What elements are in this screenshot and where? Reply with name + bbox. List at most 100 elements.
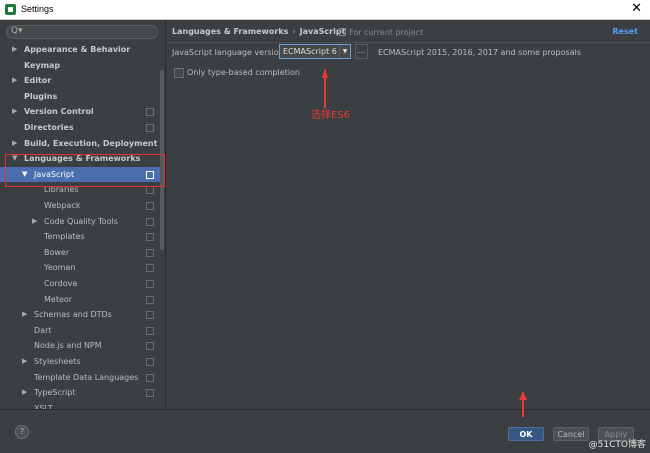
sidebar-item-editor[interactable]: ▶ Editor	[0, 73, 160, 88]
project-scope-icon	[146, 295, 154, 304]
sidebar-item-label: Appearance & Behavior	[24, 45, 131, 54]
project-scope-icon	[339, 28, 346, 36]
sidebar-item-bower[interactable]: Bower	[0, 245, 160, 260]
app-icon	[5, 4, 16, 15]
project-scope-icon	[146, 280, 154, 288]
sidebar-item-label: Cordova	[44, 279, 78, 288]
language-version-value: ECMAScript 6	[283, 47, 337, 56]
close-icon[interactable]: ✕	[631, 1, 642, 17]
sidebar-item-version-control[interactable]: ▶ Version Control	[0, 104, 160, 119]
sidebar-item-node-js-and-npm[interactable]: Node.js and NPM	[0, 338, 160, 353]
sidebar-item-label: Editor	[24, 76, 52, 86]
chevron-right-icon[interactable]: ▶	[32, 214, 37, 229]
chevron-right-icon[interactable]: ▶	[12, 73, 17, 88]
sidebar-item-dart[interactable]: Dart	[0, 323, 160, 338]
annotation-arrow-ok-icon	[519, 391, 527, 417]
chevron-down-icon[interactable]: ▼	[339, 45, 350, 58]
sidebar-item-template-data-languages[interactable]: Template Data Languages	[0, 370, 160, 385]
chevron-right-icon[interactable]: ▶	[12, 104, 17, 119]
cancel-button[interactable]: Cancel	[553, 427, 589, 441]
sidebar-item-label: Stylesheets	[34, 357, 81, 366]
language-version-label: JavaScript language version	[172, 48, 284, 57]
project-scope-icon	[146, 389, 154, 398]
sidebar-item-label: Template Data Languages	[34, 372, 139, 382]
sidebar-item-typescript[interactable]: ▶ TypeScript	[0, 385, 160, 400]
settings-sidebar: Q▾ ▶ Appearance & Behavior Keymap ▶ Editor Pl…	[0, 20, 166, 409]
sidebar-item-label: Schemas and DTDs	[34, 310, 112, 320]
project-scope-icon	[146, 217, 154, 226]
chevron-right-icon[interactable]: ▶	[22, 307, 27, 322]
breadcrumb-separator: ›	[292, 27, 296, 36]
sidebar-item-yeoman[interactable]: Yeoman	[0, 260, 160, 275]
sidebar-item-label: Templates	[44, 232, 85, 242]
search-icon: Q▾	[11, 26, 23, 36]
sidebar-item-xslt[interactable]: XSLT	[0, 401, 160, 409]
chevron-right-icon[interactable]: ▶	[22, 354, 27, 369]
reset-link[interactable]: Reset	[612, 27, 638, 36]
sidebar-item-directories[interactable]: Directories	[0, 120, 160, 135]
sidebar-item-label: Meteor	[44, 294, 73, 304]
settings-content: Languages & Frameworks › JavaScript For cu…	[166, 20, 650, 409]
title-bar: Settings ✕	[0, 0, 650, 20]
only-type-based-label[interactable]: Only type-based completion	[187, 68, 300, 77]
project-scope-icon	[146, 202, 154, 210]
scope-label: For current project	[349, 28, 424, 37]
sidebar-item-label: Bower	[44, 247, 70, 257]
sidebar-item-label: Webpack	[44, 201, 81, 210]
scope-indicator: For current project	[339, 28, 423, 37]
project-scope-icon	[146, 264, 154, 273]
project-scope-icon	[146, 373, 154, 382]
sidebar-item-label: Code Quality Tools	[44, 216, 118, 226]
sidebar-item-label: TypeScript	[34, 388, 76, 398]
sidebar-item-label: XSLT	[34, 403, 53, 409]
more-options-button[interactable]: ...	[355, 44, 368, 59]
sidebar-item-appearance-behavior[interactable]: ▶ Appearance & Behavior	[0, 42, 160, 57]
chevron-right-icon[interactable]: ▶	[12, 136, 17, 151]
chevron-right-icon[interactable]: ▶	[12, 42, 17, 57]
language-version-description: ECMAScript 2015, 2016, 2017 and some pro…	[378, 48, 581, 57]
sidebar-item-label: Plugins	[24, 91, 58, 101]
annotation-arrow-icon	[322, 68, 328, 108]
project-scope-icon	[146, 358, 154, 366]
project-scope-icon	[146, 233, 154, 242]
sidebar-item-label: Version Control	[24, 107, 94, 117]
sidebar-item-plugins[interactable]: Plugins	[0, 89, 160, 104]
dialog-footer: ? OK Cancel Apply	[0, 409, 650, 453]
sidebar-item-schemas-and-dtds[interactable]: ▶ Schemas and DTDs	[0, 307, 160, 322]
window-title: Settings	[21, 4, 54, 14]
project-scope-icon	[146, 342, 154, 351]
project-scope-icon	[146, 124, 154, 132]
search-input[interactable]: Q▾	[6, 25, 158, 39]
sidebar-item-build-execution-deployment[interactable]: ▶ Build, Execution, Deployment	[0, 136, 160, 151]
ok-button[interactable]: OK	[508, 427, 544, 441]
header-divider	[166, 42, 650, 43]
sidebar-item-label: Keymap	[24, 60, 61, 70]
project-scope-icon	[146, 311, 154, 320]
sidebar-item-keymap[interactable]: Keymap	[0, 58, 160, 73]
only-type-based-checkbox[interactable]	[174, 68, 184, 78]
breadcrumb: Languages & Frameworks › JavaScript	[172, 27, 345, 36]
project-scope-icon	[146, 248, 154, 257]
sidebar-item-label: Dart	[34, 325, 52, 335]
language-version-select[interactable]: ECMAScript 6 ▼	[279, 44, 351, 59]
help-icon[interactable]: ?	[15, 425, 29, 439]
project-scope-icon	[146, 186, 154, 195]
sidebar-item-label: Node.js and NPM	[34, 341, 102, 351]
annotation-highlight-box	[5, 154, 165, 187]
sidebar-item-code-quality-tools[interactable]: ▶ Code Quality Tools	[0, 214, 160, 229]
sidebar-item-cordova[interactable]: Cordova	[0, 276, 160, 291]
sidebar-item-templates[interactable]: Templates	[0, 229, 160, 244]
settings-window: Settings ✕ Q▾ ▶ Appearance & Behavior Keym…	[0, 0, 650, 453]
sidebar-item-label: Build, Execution, Deployment	[24, 138, 158, 148]
sidebar-item-stylesheets[interactable]: ▶ Stylesheets	[0, 354, 160, 369]
project-scope-icon	[146, 326, 154, 335]
sidebar-item-label: Directories	[24, 123, 74, 132]
annotation-text: 选择ES6	[311, 110, 351, 121]
project-scope-icon	[146, 108, 154, 117]
breadcrumb-parent: Languages & Frameworks	[172, 27, 289, 36]
sidebar-item-label: Yeoman	[44, 263, 76, 273]
sidebar-item-webpack[interactable]: Webpack	[0, 198, 160, 213]
sidebar-item-meteor[interactable]: Meteor	[0, 292, 160, 307]
chevron-right-icon[interactable]: ▶	[22, 385, 27, 400]
watermark: @51CTO博客	[588, 440, 646, 450]
